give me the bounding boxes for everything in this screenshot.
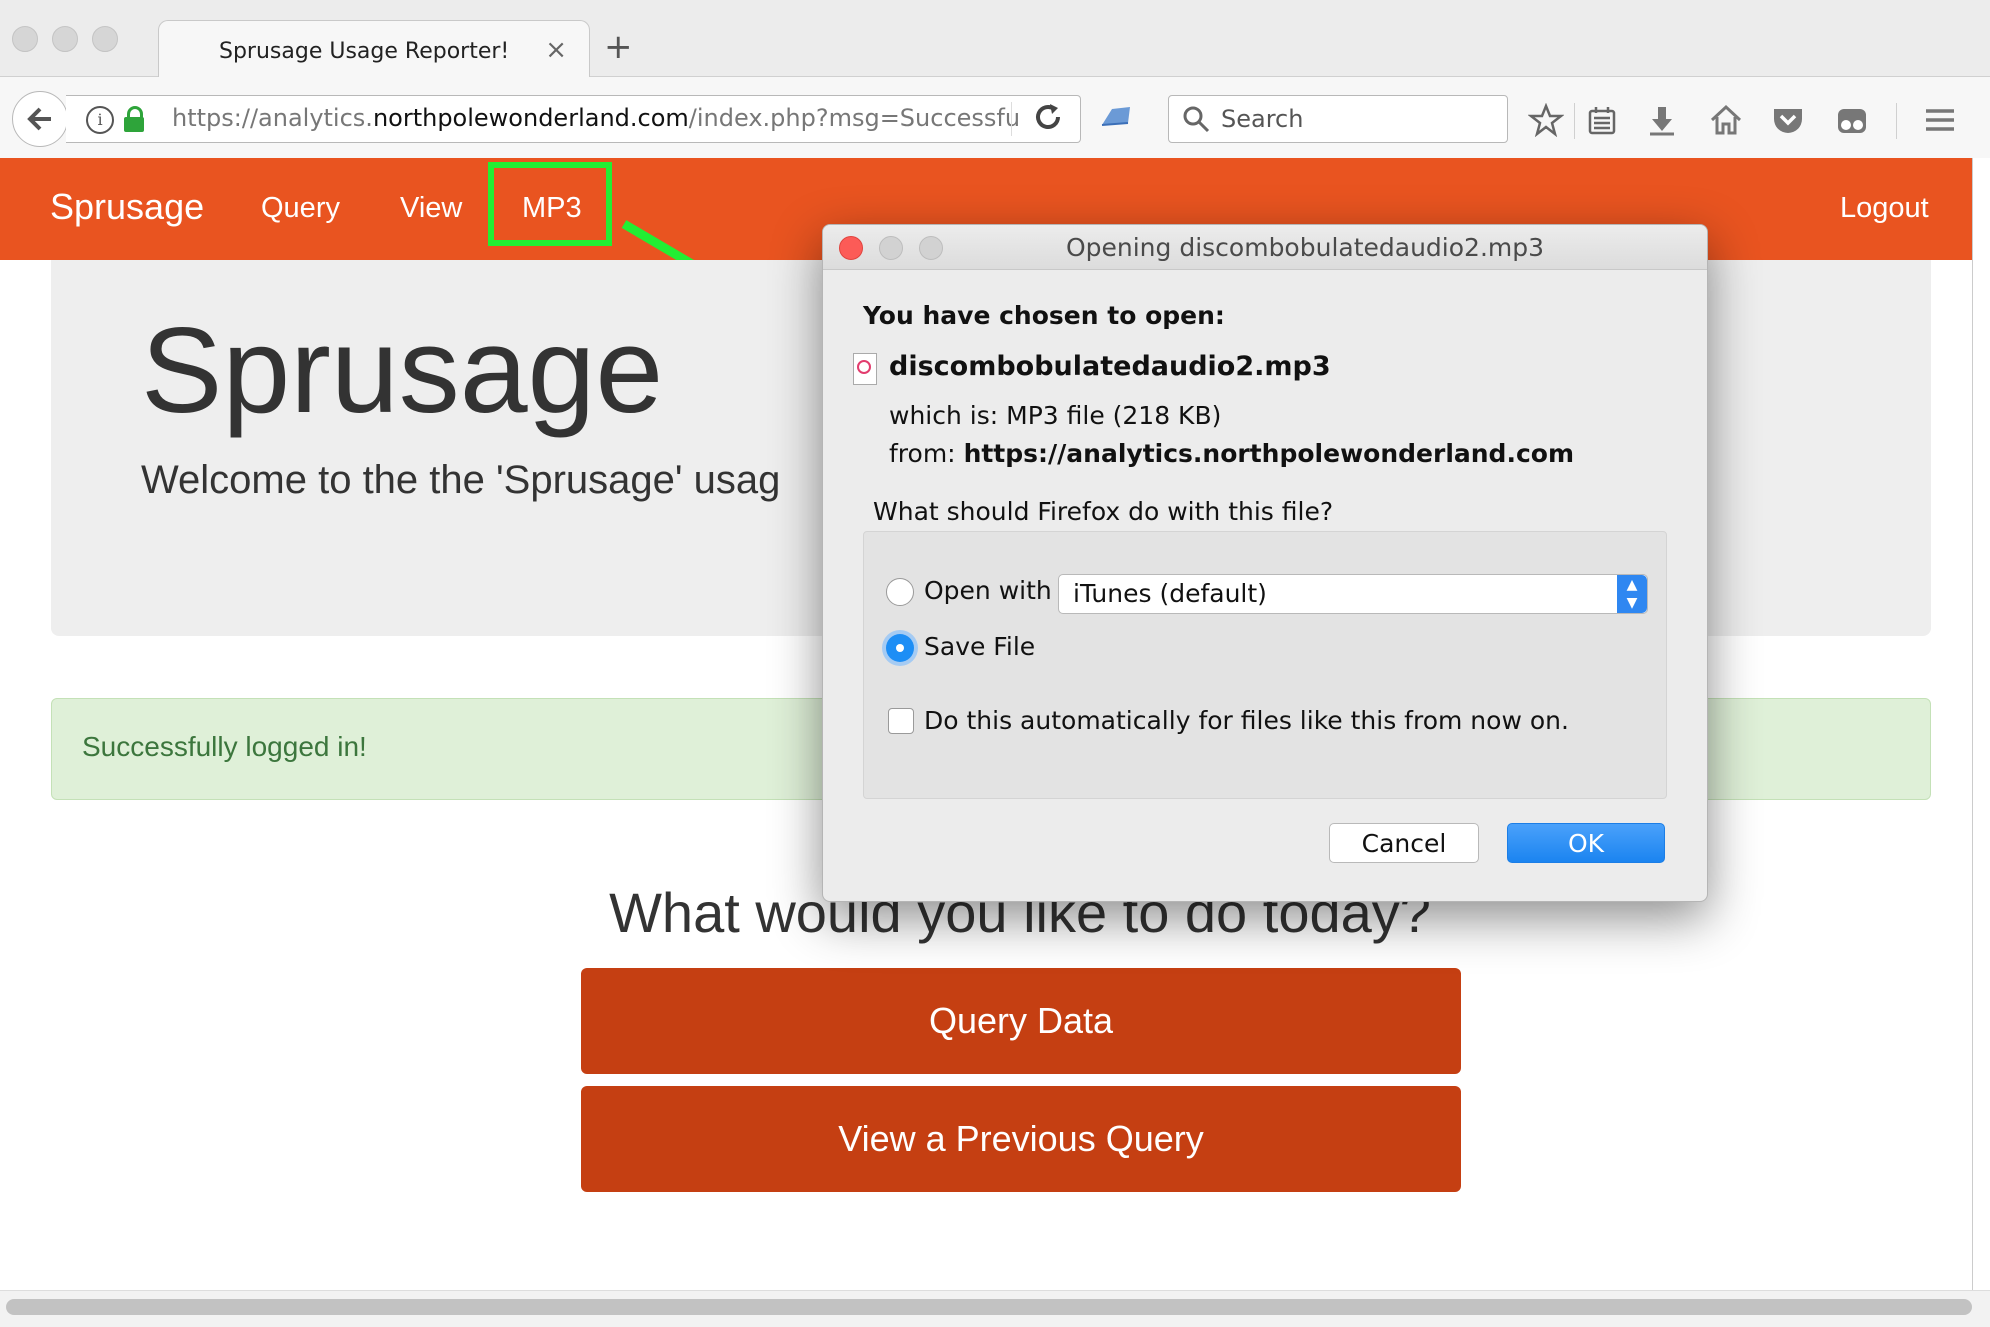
url-bar[interactable]: i https://analytics.northpolewonderland.… (66, 95, 1081, 143)
browser-tab-bar: Sprusage Usage Reporter! × + (0, 0, 1990, 78)
toolbar-divider (1574, 103, 1575, 139)
private-browsing-icon[interactable] (1834, 103, 1870, 137)
nav-link-logout[interactable]: Logout (1840, 192, 1929, 225)
toolbar-divider (1896, 103, 1897, 139)
nav-link-query[interactable]: Query (261, 192, 340, 225)
info-icon[interactable]: i (86, 106, 114, 134)
window-minimize-button[interactable] (52, 26, 78, 52)
file-source-row: from: https://analytics.northpolewonderl… (889, 439, 1574, 468)
url-text[interactable]: https://analytics.northpolewonderland.co… (172, 104, 1022, 132)
back-arrow-icon (27, 107, 51, 131)
scrollbar-thumb[interactable] (6, 1299, 1972, 1315)
browser-tab[interactable]: Sprusage Usage Reporter! × (158, 20, 590, 78)
dialog-titlebar[interactable]: Opening discombobulatedaudio2.mp3 (823, 225, 1707, 270)
which-is-label: which is: (889, 401, 999, 430)
window-close-button[interactable] (12, 26, 38, 52)
horizontal-scrollbar[interactable] (0, 1290, 1990, 1327)
site-brand[interactable]: Sprusage (50, 186, 204, 228)
open-with-radio[interactable] (886, 578, 914, 606)
chevron-up-down-icon[interactable]: ▲ ▼ (1617, 575, 1647, 613)
auto-action-label[interactable]: Do this automatically for files like thi… (924, 706, 1569, 735)
dialog-heading: You have chosen to open: (863, 301, 1225, 330)
audio-file-icon (853, 353, 877, 385)
page-title: Sprusage (141, 302, 664, 438)
pocket-icon[interactable] (1770, 103, 1806, 137)
lock-icon[interactable] (124, 106, 144, 132)
auto-action-checkbox[interactable] (888, 708, 914, 734)
bookmark-star-icon[interactable] (1528, 103, 1564, 137)
selected-application: iTunes (default) (1073, 579, 1267, 608)
open-file-dialog: Opening discombobulatedaudio2.mp3 You ha… (822, 224, 1708, 902)
open-with-label[interactable]: Open with (924, 576, 1052, 605)
url-divider (1011, 102, 1012, 136)
dialog-title: Opening discombobulatedaudio2.mp3 (1065, 233, 1545, 262)
application-select[interactable]: iTunes (default) ▲ ▼ (1058, 574, 1648, 614)
file-name: discombobulatedaudio2.mp3 (889, 351, 1331, 382)
file-type-row: which is: MP3 file (218 KB) (889, 401, 1221, 430)
view-previous-query-button[interactable]: View a Previous Query (581, 1086, 1461, 1192)
search-icon (1183, 106, 1210, 133)
bookmarks-menu-icon[interactable] (1584, 103, 1620, 137)
nav-link-view[interactable]: View (400, 192, 462, 225)
back-button[interactable] (12, 91, 68, 147)
adjacent-window-edge (1972, 158, 1990, 1290)
ok-button[interactable]: OK (1507, 823, 1665, 863)
save-file-label[interactable]: Save File (924, 632, 1035, 661)
alert-text: Successfully logged in! (82, 731, 367, 762)
tab-close-icon[interactable]: × (545, 35, 567, 65)
file-type-value: MP3 file (218 KB) (1006, 401, 1222, 430)
mp3-highlight-annotation (488, 162, 612, 246)
save-file-radio[interactable] (886, 634, 914, 662)
extension-icon[interactable] (1098, 103, 1134, 129)
download-icon[interactable] (1644, 103, 1680, 137)
query-data-button[interactable]: Query Data (581, 968, 1461, 1074)
page-subtitle: Welcome to the the 'Sprusage' usag (141, 458, 781, 502)
search-placeholder: Search (1221, 105, 1304, 133)
from-label: from: (889, 439, 956, 468)
file-source-value: https://analytics.northpolewonderland.co… (963, 439, 1574, 468)
reload-icon[interactable] (1034, 100, 1064, 134)
tab-title: Sprusage Usage Reporter! (219, 39, 510, 64)
dialog-question: What should Firefox do with this file? (873, 497, 1334, 526)
search-input[interactable]: Search (1168, 95, 1508, 143)
cancel-button[interactable]: Cancel (1329, 823, 1479, 863)
home-icon[interactable] (1708, 103, 1744, 137)
options-group: Open with iTunes (default) ▲ ▼ Save File … (863, 531, 1667, 799)
hamburger-menu-icon[interactable] (1922, 103, 1958, 137)
browser-toolbar: i https://analytics.northpolewonderland.… (0, 77, 1990, 159)
new-tab-icon[interactable]: + (604, 30, 633, 64)
window-zoom-button[interactable] (92, 26, 118, 52)
